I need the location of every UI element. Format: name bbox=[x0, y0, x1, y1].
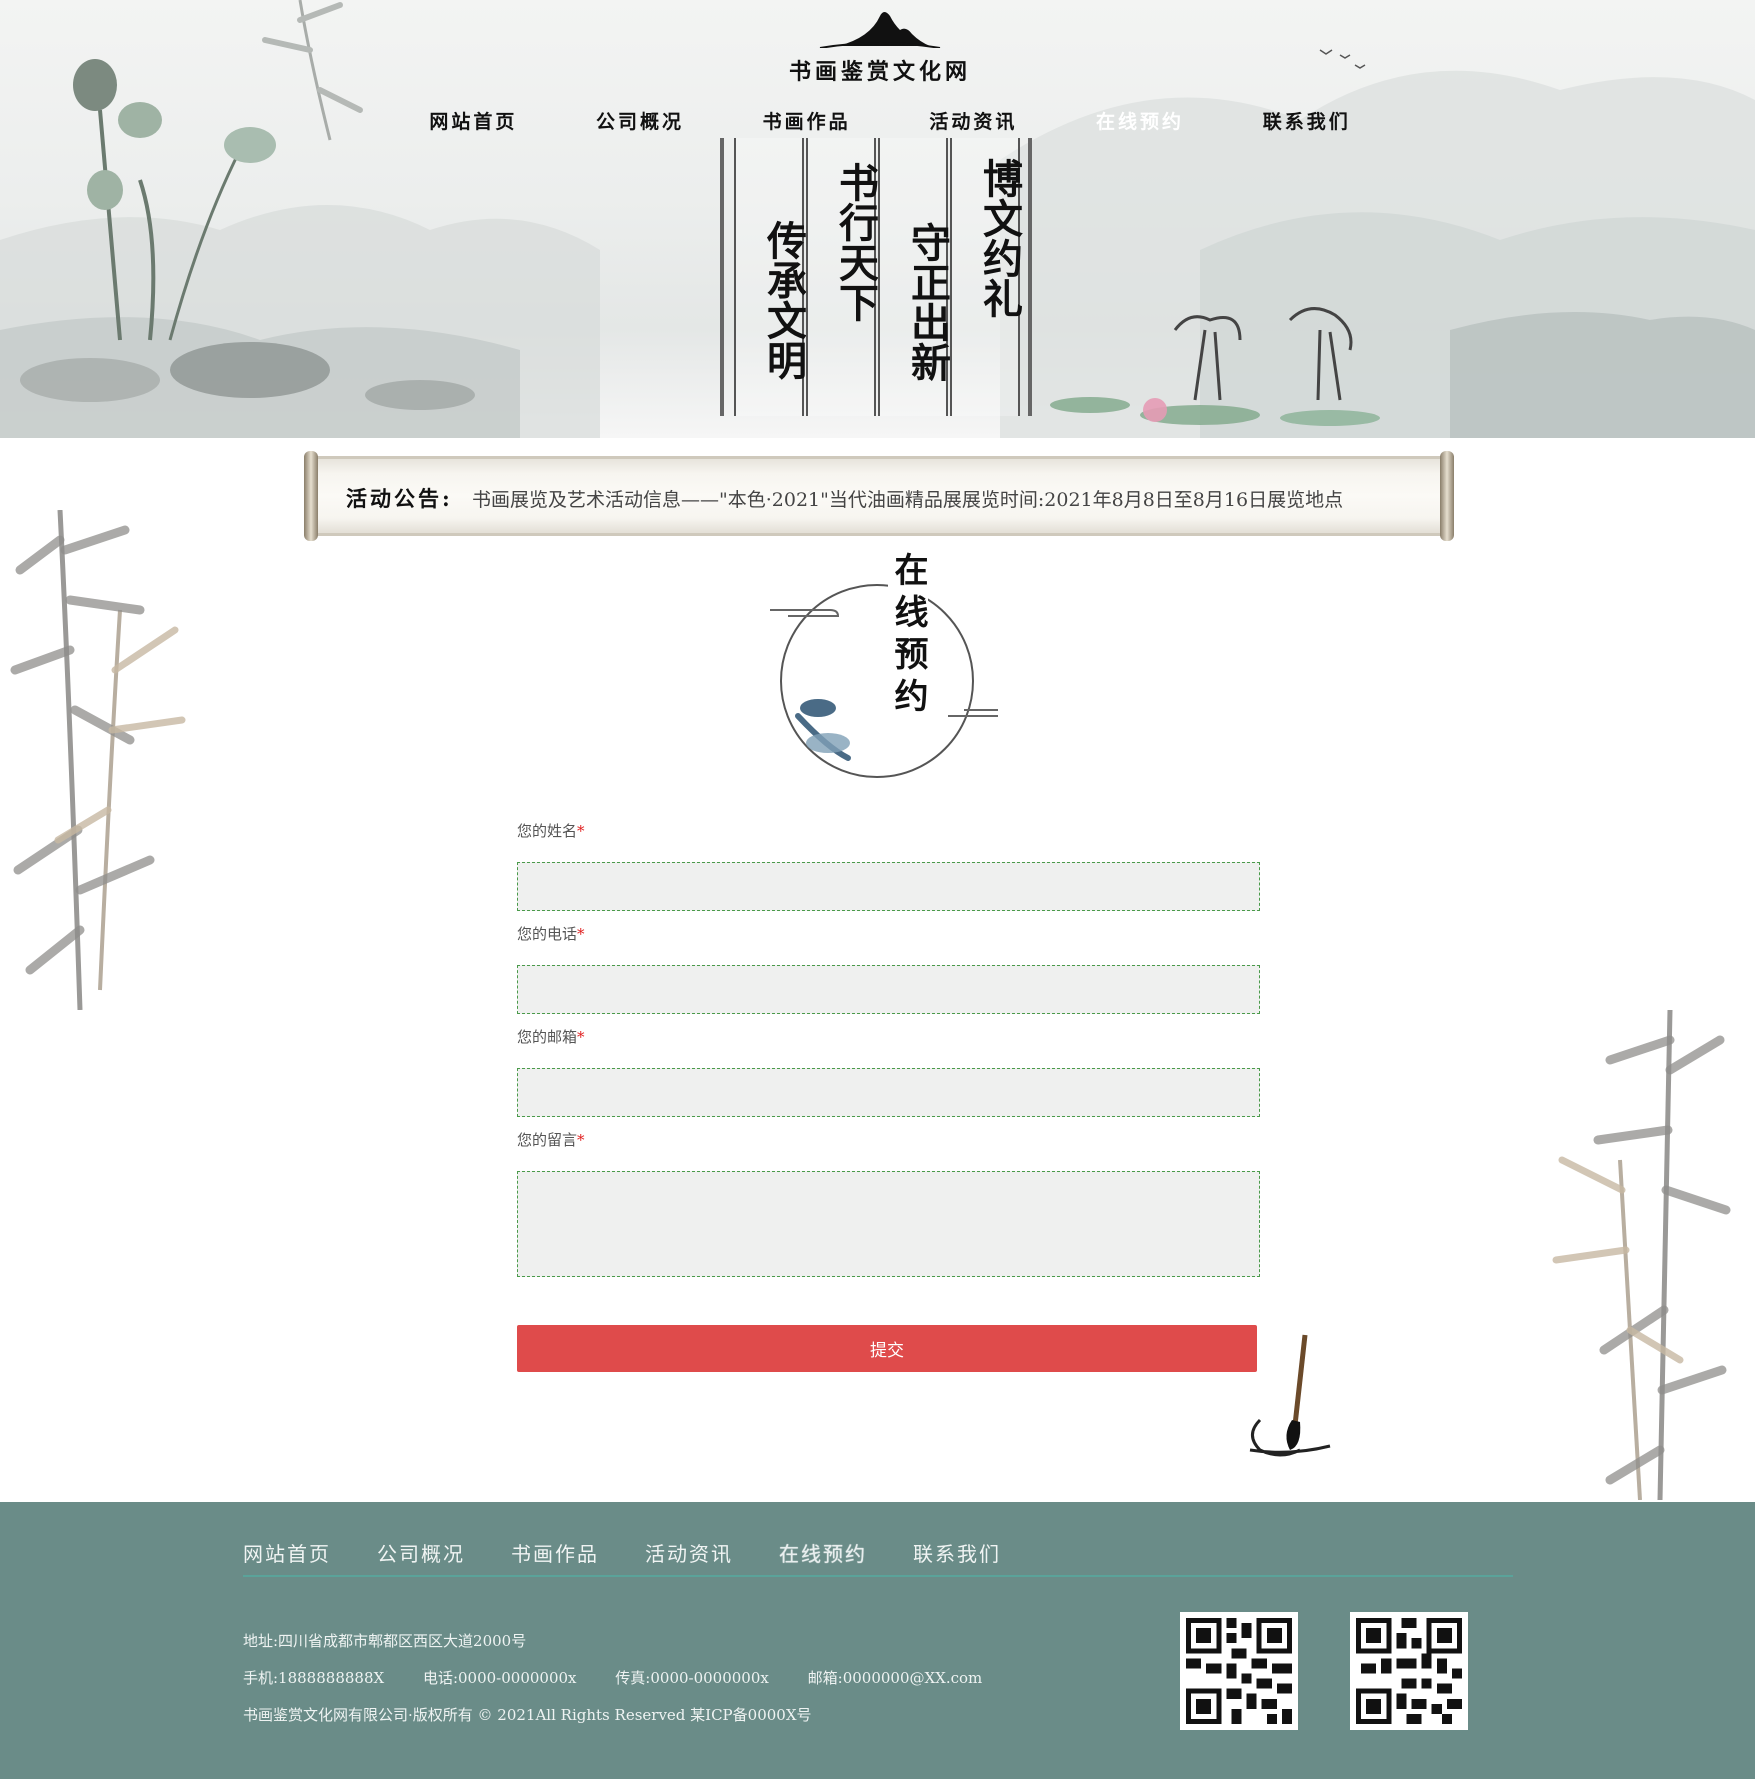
footer-nav-home[interactable]: 网站首页 bbox=[243, 1538, 331, 1567]
notice-scroll: 活动公告: 书画展览及艺术活动信息——"本色·2021"当代油画精品展展览时间:… bbox=[304, 451, 1454, 541]
couplet-column: 书行天下 bbox=[806, 138, 879, 416]
footer-divider bbox=[243, 1575, 1513, 1577]
phone-field-label: 您的电话* bbox=[517, 923, 1260, 945]
message-textarea[interactable] bbox=[517, 1171, 1260, 1277]
footer-nav-booking[interactable]: 在线预约 bbox=[779, 1538, 867, 1567]
nav-item-company[interactable]: 公司概况 bbox=[557, 104, 724, 140]
name-field-label: 您的姓名* bbox=[517, 820, 1260, 842]
required-mark: * bbox=[577, 925, 585, 943]
couplet-text: 守正出新 bbox=[904, 222, 951, 382]
main-nav: 网站首页 公司概况 书画作品 活动资讯 在线预约 联系我们 bbox=[390, 104, 1390, 140]
footer-copyright: 书画鉴赏文化网有限公司·版权所有 © 2021All Rights Reserv… bbox=[243, 1706, 812, 1724]
footer-nav-news[interactable]: 活动资讯 bbox=[645, 1538, 733, 1567]
footer: 网站首页 公司概况 书画作品 活动资讯 在线预约 联系我们 地址:四川省成都市郫… bbox=[0, 1502, 1755, 1779]
email-field-label: 您的邮箱* bbox=[517, 1026, 1260, 1048]
label-text: 您的电话 bbox=[517, 925, 578, 943]
qr-code-icon bbox=[1180, 1612, 1298, 1730]
ink-brush-icon bbox=[1249, 1334, 1331, 1457]
footer-phone: 电话:0000-0000000x bbox=[422, 1669, 577, 1687]
message-field-label: 您的留言* bbox=[517, 1129, 1260, 1151]
section-title: 在线预约 bbox=[888, 548, 928, 724]
notice-label: 活动公告: bbox=[346, 486, 453, 511]
name-input[interactable] bbox=[517, 862, 1260, 911]
section-title-emblem: 在线预约 bbox=[768, 548, 998, 788]
notice-marquee-text[interactable]: 书画展览及艺术活动信息——"本色·2021"当代油画精品展展览时间:2021年8… bbox=[472, 485, 1416, 512]
footer-contact-row: 手机:1888888888X 电话:0000-0000000x 传真:0000-… bbox=[243, 1667, 1016, 1688]
calligraphy-couplets: 传承文明 书行天下 守正出新 博文约礼 bbox=[720, 138, 1035, 416]
nav-item-label: 书画作品 bbox=[762, 111, 851, 133]
nav-item-label: 在线预约 bbox=[1096, 111, 1185, 133]
footer-mobile: 手机:1888888888X bbox=[243, 1669, 385, 1687]
required-mark: * bbox=[577, 1131, 585, 1149]
couplet-text: 书行天下 bbox=[832, 162, 879, 322]
nav-item-label: 网站首页 bbox=[429, 111, 518, 133]
footer-contact-info: 地址:四川省成都市郫都区西区大道2000号 手机:1888888888X 电话:… bbox=[243, 1630, 1016, 1741]
nav-item-booking[interactable]: 在线预约 bbox=[1057, 104, 1224, 140]
site-title: 书画鉴赏文化网 bbox=[788, 59, 971, 85]
nav-item-works[interactable]: 书画作品 bbox=[723, 104, 890, 140]
bird-lotus-icon bbox=[770, 609, 998, 761]
required-mark: * bbox=[577, 1028, 585, 1046]
label-text: 您的留言 bbox=[517, 1131, 578, 1149]
submit-button[interactable]: 提交 bbox=[517, 1325, 1257, 1372]
footer-nav-contact[interactable]: 联系我们 bbox=[913, 1538, 1001, 1567]
site-logo[interactable]: 书画鉴赏文化网 bbox=[780, 8, 980, 86]
couplet-rod bbox=[1028, 138, 1032, 416]
nav-item-news[interactable]: 活动资讯 bbox=[890, 104, 1057, 140]
email-input[interactable] bbox=[517, 1068, 1260, 1117]
couplet-rod bbox=[720, 138, 724, 416]
nav-item-contact[interactable]: 联系我们 bbox=[1223, 104, 1390, 140]
couplet-column: 守正出新 bbox=[878, 138, 951, 416]
nav-item-home[interactable]: 网站首页 bbox=[390, 104, 557, 140]
footer-address: 地址:四川省成都市郫都区西区大道2000号 bbox=[243, 1632, 527, 1650]
footer-fax: 传真:0000-0000000x bbox=[615, 1669, 769, 1687]
footer-nav-works[interactable]: 书画作品 bbox=[511, 1538, 599, 1567]
booking-form: 您的姓名* 您的电话* 您的邮箱* 您的留言* 提交 bbox=[517, 820, 1260, 1372]
header-banner: 书画鉴赏文化网 网站首页 公司概况 书画作品 活动资讯 在线预约 联系我们 传承… bbox=[0, 0, 1755, 438]
qr-code-icon bbox=[1350, 1612, 1468, 1730]
couplet-column: 博文约礼 bbox=[950, 138, 1023, 416]
footer-nav: 网站首页 公司概况 书画作品 活动资讯 在线预约 联系我们 bbox=[243, 1538, 1047, 1567]
nav-item-label: 联系我们 bbox=[1262, 111, 1351, 133]
bamboo-right-illustration bbox=[1552, 1010, 1731, 1500]
couplet-text: 传承文明 bbox=[760, 220, 807, 380]
couplet-column: 传承文明 bbox=[734, 138, 807, 416]
phone-input[interactable] bbox=[517, 965, 1260, 1014]
couplet-text: 博文约礼 bbox=[976, 158, 1023, 318]
nav-item-label: 公司概况 bbox=[596, 111, 685, 133]
label-text: 您的邮箱 bbox=[517, 1028, 578, 1046]
bamboo-left-illustration bbox=[10, 510, 186, 1010]
footer-email: 邮箱:0000000@XX.com bbox=[807, 1669, 983, 1687]
label-text: 您的姓名 bbox=[517, 822, 578, 840]
mountain-logo-icon bbox=[819, 12, 941, 49]
required-mark: * bbox=[577, 822, 585, 840]
footer-nav-company[interactable]: 公司概况 bbox=[377, 1538, 465, 1567]
nav-item-label: 活动资讯 bbox=[929, 111, 1018, 133]
